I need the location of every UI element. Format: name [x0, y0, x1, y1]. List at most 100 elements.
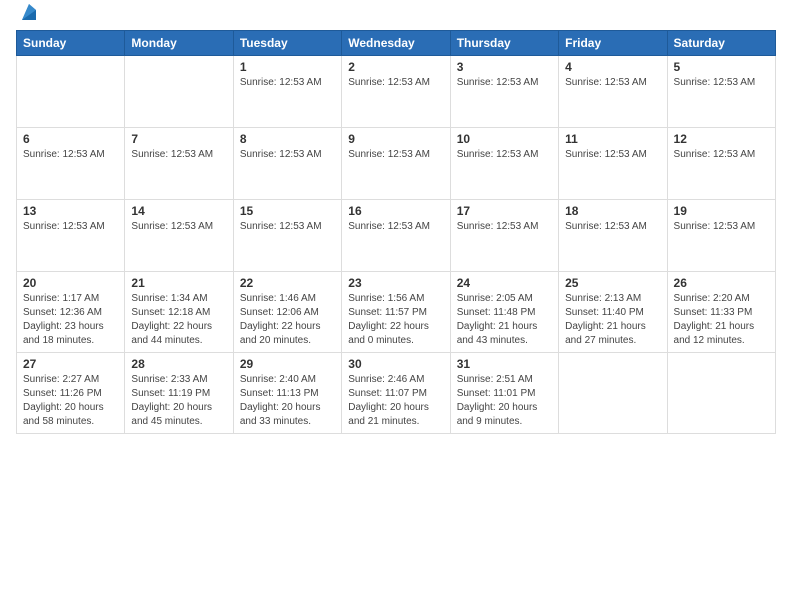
calendar-table: Sunday Monday Tuesday Wednesday Thursday…: [16, 30, 776, 434]
calendar-day-cell: 18Sunrise: 12:53 AM: [559, 200, 667, 272]
day-info-text: Sunrise: 12:53 AM: [674, 76, 769, 90]
day-info-text: Sunrise: 12:53 AM: [348, 220, 443, 234]
day-number: 9: [348, 132, 443, 146]
col-friday: Friday: [559, 31, 667, 56]
calendar-day-cell: [667, 353, 775, 434]
day-number: 17: [457, 204, 552, 218]
day-number: 29: [240, 357, 335, 371]
day-info-text: Daylight: 20 hours and 21 minutes.: [348, 401, 443, 429]
day-info-text: Daylight: 20 hours and 9 minutes.: [457, 401, 552, 429]
day-info-text: Daylight: 21 hours and 12 minutes.: [674, 320, 769, 348]
calendar-day-cell: [17, 56, 125, 128]
day-number: 26: [674, 276, 769, 290]
calendar-week-row: 27Sunrise: 2:27 AMSunset: 11:26 PMDaylig…: [17, 353, 776, 434]
day-number: 14: [131, 204, 226, 218]
calendar-day-cell: 25Sunrise: 2:13 AMSunset: 11:40 PMDaylig…: [559, 272, 667, 353]
day-info-text: Sunrise: 12:53 AM: [348, 148, 443, 162]
day-info-text: Sunrise: 2:13 AM: [565, 292, 660, 306]
day-number: 23: [348, 276, 443, 290]
day-info-text: Sunset: 12:06 AM: [240, 306, 335, 320]
day-info-text: Sunrise: 12:53 AM: [457, 220, 552, 234]
day-info-text: Daylight: 20 hours and 45 minutes.: [131, 401, 226, 429]
day-number: 18: [565, 204, 660, 218]
calendar-day-cell: 2Sunrise: 12:53 AM: [342, 56, 450, 128]
calendar-day-cell: 11Sunrise: 12:53 AM: [559, 128, 667, 200]
day-info-text: Sunrise: 1:46 AM: [240, 292, 335, 306]
calendar-week-row: 13Sunrise: 12:53 AM14Sunrise: 12:53 AM15…: [17, 200, 776, 272]
logo-icon: [18, 2, 40, 24]
day-info-text: Sunrise: 12:53 AM: [240, 220, 335, 234]
day-info-text: Sunrise: 12:53 AM: [240, 148, 335, 162]
day-info-text: Daylight: 22 hours and 0 minutes.: [348, 320, 443, 348]
day-number: 19: [674, 204, 769, 218]
calendar-day-cell: 1Sunrise: 12:53 AM: [233, 56, 341, 128]
day-number: 13: [23, 204, 118, 218]
day-info-text: Sunrise: 2:27 AM: [23, 373, 118, 387]
day-info-text: Daylight: 20 hours and 33 minutes.: [240, 401, 335, 429]
day-info-text: Sunset: 11:26 PM: [23, 387, 118, 401]
calendar-header-row: Sunday Monday Tuesday Wednesday Thursday…: [17, 31, 776, 56]
calendar-week-row: 6Sunrise: 12:53 AM7Sunrise: 12:53 AM8Sun…: [17, 128, 776, 200]
calendar-day-cell: 5 Sunrise: 12:53 AM: [667, 56, 775, 128]
calendar-day-cell: 14Sunrise: 12:53 AM: [125, 200, 233, 272]
day-number: 1: [240, 60, 335, 74]
calendar-day-cell: 3 Sunrise: 12:53 AM: [450, 56, 558, 128]
calendar-day-cell: 23 Sunrise: 1:56 AMSunset: 11:57 PMDaylig…: [342, 272, 450, 353]
col-saturday: Saturday: [667, 31, 775, 56]
calendar-day-cell: 6Sunrise: 12:53 AM: [17, 128, 125, 200]
day-info-text: Sunrise: 2:40 AM: [240, 373, 335, 387]
day-number: 4: [565, 60, 660, 74]
day-number: 28: [131, 357, 226, 371]
day-number: 3: [457, 60, 552, 74]
calendar-day-cell: 16 Sunrise: 12:53 AM: [342, 200, 450, 272]
day-info-text: Sunrise: 12:53 AM: [674, 220, 769, 234]
calendar-day-cell: 27Sunrise: 2:27 AMSunset: 11:26 PMDaylig…: [17, 353, 125, 434]
header: [16, 10, 776, 24]
calendar-day-cell: 12 Sunrise: 12:53 AM: [667, 128, 775, 200]
col-sunday: Sunday: [17, 31, 125, 56]
day-number: 5: [674, 60, 769, 74]
calendar-day-cell: 21Sunrise: 1:34 AMSunset: 12:18 AMDaylig…: [125, 272, 233, 353]
day-info-text: Sunset: 11:48 PM: [457, 306, 552, 320]
day-number: 25: [565, 276, 660, 290]
day-info-text: Sunset: 11:07 PM: [348, 387, 443, 401]
calendar-week-row: 1Sunrise: 12:53 AM2Sunrise: 12:53 AM3Sun…: [17, 56, 776, 128]
day-info-text: Sunrise: 12:53 AM: [457, 148, 552, 162]
day-info-text: Sunrise: 12:53 AM: [457, 76, 552, 90]
day-info-text: Daylight: 20 hours and 58 minutes.: [23, 401, 118, 429]
day-number: 6: [23, 132, 118, 146]
day-number: 31: [457, 357, 552, 371]
day-info-text: Sunrise: 2:46 AM: [348, 373, 443, 387]
day-number: 16: [348, 204, 443, 218]
day-number: 24: [457, 276, 552, 290]
calendar-day-cell: 20Sunrise: 1:17 AMSunset: 12:36 AMDaylig…: [17, 272, 125, 353]
calendar-day-cell: 28Sunrise: 2:33 AMSunset: 11:19 PMDaylig…: [125, 353, 233, 434]
day-number: 12: [674, 132, 769, 146]
day-info-text: Daylight: 22 hours and 20 minutes.: [240, 320, 335, 348]
calendar-day-cell: 24Sunrise: 2:05 AMSunset: 11:48 PMDaylig…: [450, 272, 558, 353]
page: Sunday Monday Tuesday Wednesday Thursday…: [0, 0, 792, 612]
calendar-day-cell: 9 Sunrise: 12:53 AM: [342, 128, 450, 200]
calendar-day-cell: 17 Sunrise: 12:53 AM: [450, 200, 558, 272]
calendar-week-row: 20Sunrise: 1:17 AMSunset: 12:36 AMDaylig…: [17, 272, 776, 353]
col-tuesday: Tuesday: [233, 31, 341, 56]
day-info-text: Sunset: 11:57 PM: [348, 306, 443, 320]
day-number: 7: [131, 132, 226, 146]
day-number: 22: [240, 276, 335, 290]
calendar-day-cell: [559, 353, 667, 434]
calendar-day-cell: 22 Sunrise: 1:46 AMSunset: 12:06 AMDaylig…: [233, 272, 341, 353]
day-number: 21: [131, 276, 226, 290]
calendar-day-cell: 29Sunrise: 2:40 AMSunset: 11:13 PMDaylig…: [233, 353, 341, 434]
day-info-text: Sunrise: 12:53 AM: [348, 76, 443, 90]
calendar-day-cell: 30Sunrise: 2:46 AMSunset: 11:07 PMDaylig…: [342, 353, 450, 434]
day-number: 11: [565, 132, 660, 146]
day-info-text: Sunrise: 2:51 AM: [457, 373, 552, 387]
day-info-text: Daylight: 23 hours and 18 minutes.: [23, 320, 118, 348]
day-number: 8: [240, 132, 335, 146]
day-info-text: Sunrise: 12:53 AM: [23, 220, 118, 234]
day-info-text: Sunrise: 12:53 AM: [674, 148, 769, 162]
day-info-text: Sunset: 11:33 PM: [674, 306, 769, 320]
col-thursday: Thursday: [450, 31, 558, 56]
day-info-text: Sunset: 11:01 PM: [457, 387, 552, 401]
day-info-text: Sunrise: 1:56 AM: [348, 292, 443, 306]
